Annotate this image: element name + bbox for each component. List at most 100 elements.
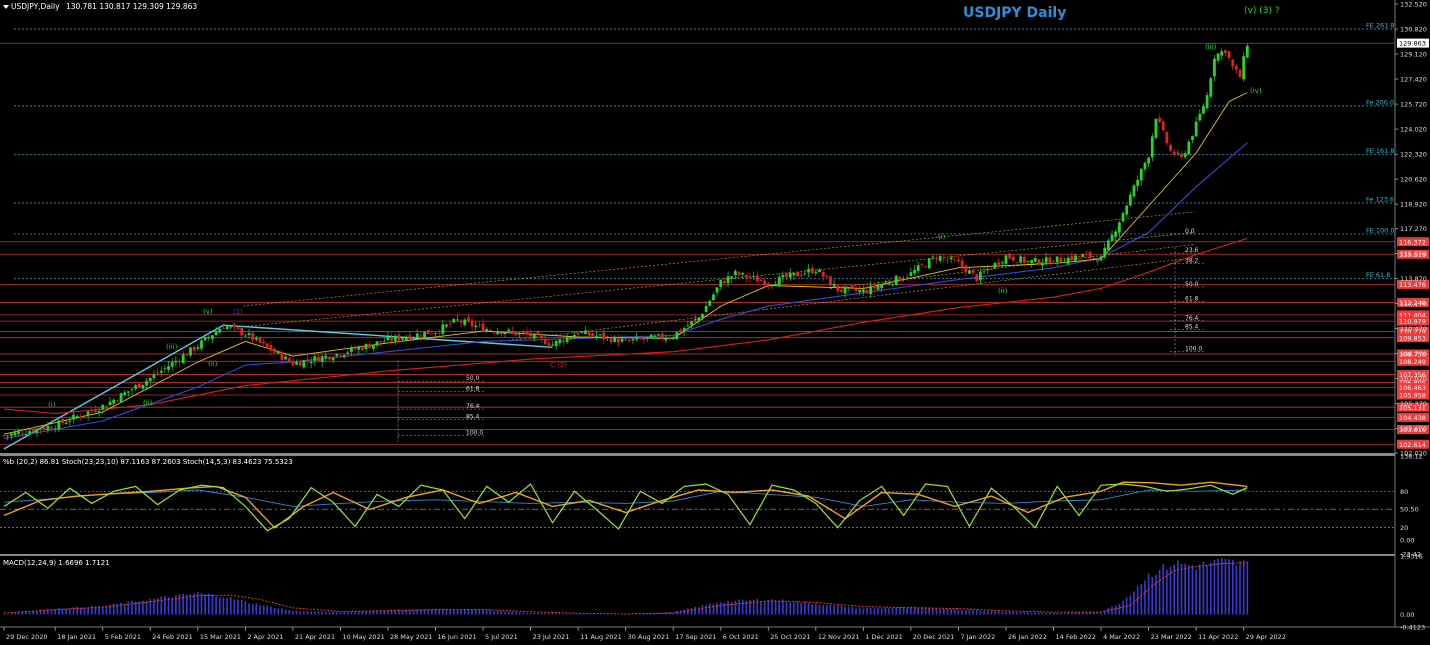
candle-body [1128,194,1132,206]
price-tick-label: 118.920 [1400,201,1427,209]
candle-body [997,262,1001,265]
candle-body [620,338,624,342]
candle-body [108,401,112,406]
price-tick-label: 130.820 [1400,26,1427,34]
time-tick-label: 21 Apr 2021 [295,633,335,641]
candle-body [755,275,759,282]
candle-body [1077,256,1081,258]
candle-body [529,332,532,337]
price-tick-label: 129.120 [1400,51,1427,59]
candle-body [986,269,990,271]
candle-body [825,275,829,277]
candle-body [843,286,847,294]
candle-body [156,372,159,374]
candle-body [1165,131,1169,144]
stoch-axis-label: 80 [1400,488,1408,496]
time-tick-label: 1 Dec 2021 [865,633,902,641]
candle-body [883,282,887,284]
time-tick-label: 29 Dec 2020 [6,633,48,641]
candle-body [1176,152,1180,154]
candle-body [1227,51,1231,58]
candle-body [467,317,470,322]
candle-body [485,328,489,332]
candle-body [328,356,331,360]
price-tick-label: 120.620 [1400,176,1427,184]
candle-body [112,399,116,404]
candle-body [1209,78,1213,97]
time-tick-label: 5 Feb 2021 [105,633,141,641]
candle-body [569,337,573,339]
candle-body [957,259,960,262]
candle-body [576,333,580,335]
candle-body [1048,257,1052,265]
candle-body [829,276,832,286]
candle-body [1143,162,1147,170]
candle-body [46,426,50,430]
candle-body [170,362,174,367]
candle-body [712,294,715,301]
candle-body [1019,256,1023,263]
candle-body [390,337,394,341]
candle-body [1187,141,1191,155]
candle-body [1092,258,1096,260]
candle-body [514,331,518,336]
time-tick-label: 16 Jun 2021 [438,633,477,641]
retrace-label: 50.0 [466,375,480,382]
candle-body [430,333,434,335]
candle-body [726,276,730,284]
candle-body [393,335,397,342]
candle-body [975,274,979,281]
candle-body [982,271,986,273]
candle-body [763,280,767,286]
candle-body [1099,256,1103,261]
time-tick-label: 17 Sep 2021 [675,633,716,641]
candle-body [72,414,75,420]
candle-body [1059,257,1063,262]
candle-body [1234,66,1238,70]
candle-body [664,338,668,341]
candle-body [584,330,587,334]
time-tick-label: 14 Feb 2022 [1056,633,1096,641]
chart-title: USDJPY Daily [963,5,1067,21]
candle-body [810,268,814,274]
candle-body [1183,153,1187,158]
candle-body [960,260,964,267]
channel-line [829,243,1196,289]
chart-canvas[interactable]: 116.372115.519113.476112.248111.404110.9… [0,0,1430,645]
candle-body [97,411,101,414]
chevron-down-icon[interactable] [3,5,9,9]
candle-body [1063,262,1066,264]
candle-body [331,358,335,361]
price-tick-label: 108.770 [1400,350,1427,358]
candle-body [196,347,200,349]
candle-body [631,339,635,341]
candle-body [1245,45,1249,58]
time-tick-label: 6 Oct 2021 [723,633,759,641]
time-tick-label: 11 Apr 2022 [1198,633,1238,641]
candle-body [1033,258,1037,262]
fib-level-label: Fe 200.0 [1366,98,1394,106]
candle-body [613,336,617,342]
retrace-label: 85.4 [466,413,480,420]
candle-body [609,337,613,343]
price-tick-label: 112.170 [1400,300,1427,308]
candle-body [671,337,675,340]
candle-body [876,285,880,290]
price-tick-label: 122.320 [1400,151,1427,159]
candle-body [94,409,97,412]
candle-body [909,272,913,276]
candle-body [17,431,21,434]
candle-body [145,380,149,386]
candle-body [653,335,657,337]
candle-body [2,435,6,437]
time-tick-label: 29 Apr 2022 [1246,633,1286,641]
candle-body [222,327,225,329]
candle-body [1172,151,1176,156]
candle-body [1008,253,1012,259]
time-tick-label: 11 Aug 2021 [580,633,622,641]
candle-body [737,272,741,275]
candle-body [236,327,240,329]
candle-body [324,355,328,358]
candle-body [412,337,415,338]
channel-line [499,257,1196,342]
